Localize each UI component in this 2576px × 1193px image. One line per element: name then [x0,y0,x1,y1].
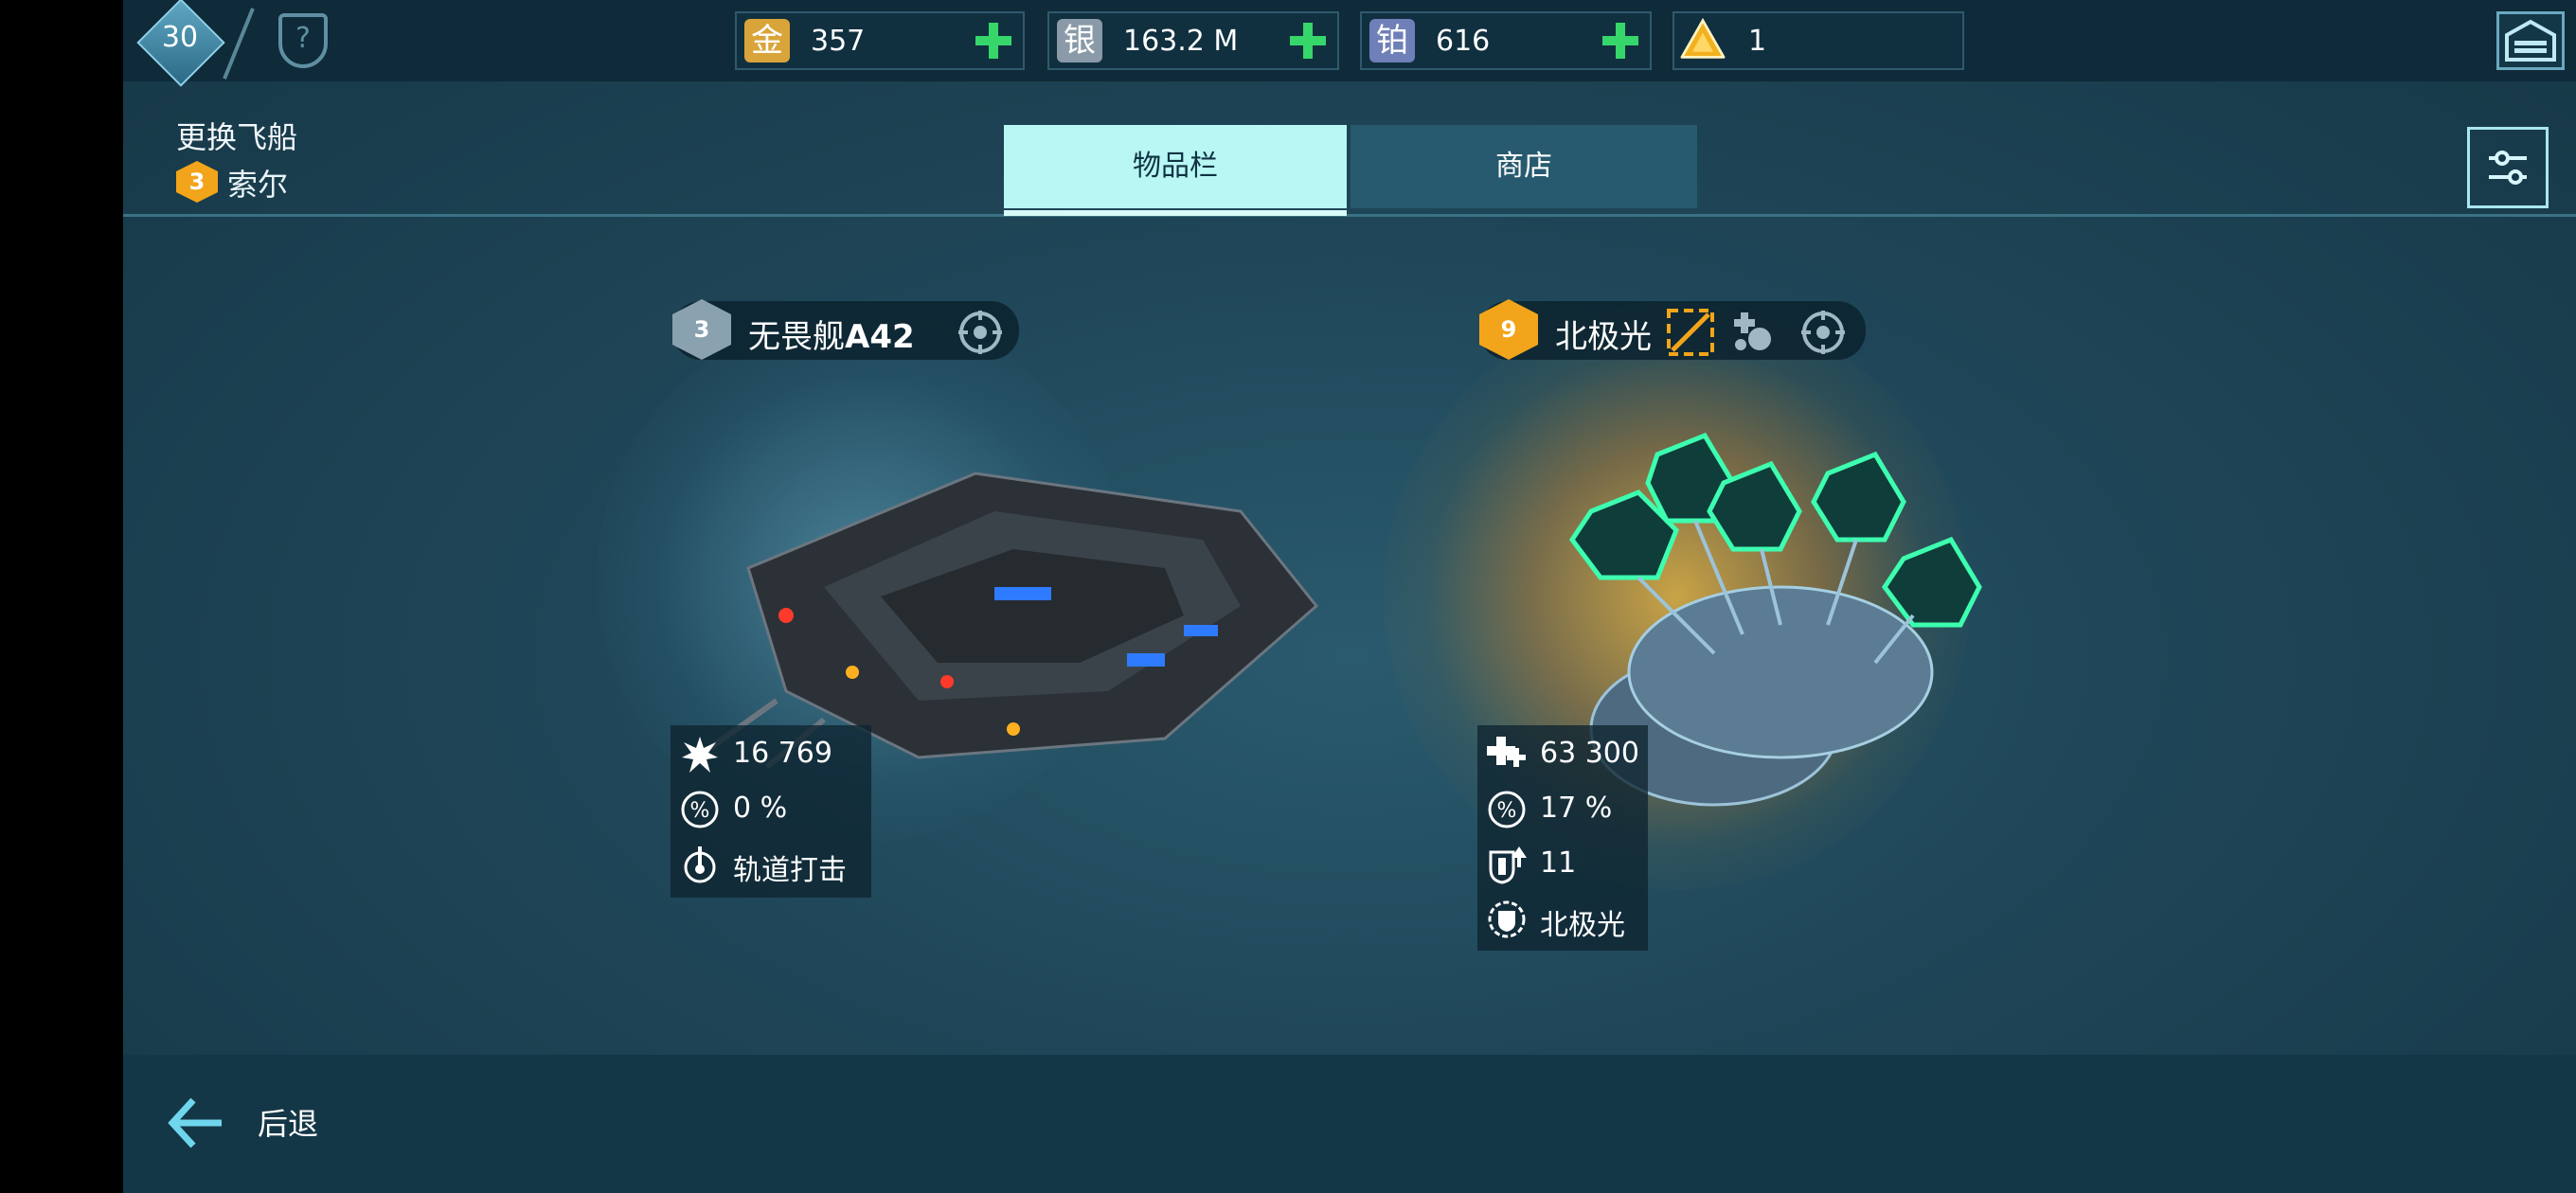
ship-card-title-2[interactable]: 9 北极光 [1479,299,1866,360]
module-value: 11 [1540,846,1577,880]
orbital-strike-icon [684,846,716,883]
attack-value: 16 769 [733,737,832,770]
divider [223,8,255,80]
help-icon[interactable]: ? [278,13,328,68]
platinum-value: 616 [1436,25,1491,58]
gold-icon: 金 [744,19,790,62]
svg-text:%: % [690,799,710,823]
aurora-ability-icon [1488,900,1526,938]
ship-card-title[interactable]: 3 无畏舰A42 [672,299,1019,360]
ship-stats-panel: 16 769 % 0 % 轨道打击 [671,725,871,898]
triangle-token-icon [1680,17,1726,59]
back-arrow-icon[interactable] [165,1093,225,1153]
repair-drones-icon [1734,312,1771,350]
sliders-icon [2489,151,2527,185]
ship-name-2: 北极光 [1555,318,1652,356]
target-icon[interactable] [957,309,1004,356]
silver-resource: 银 163.2 M [1047,11,1339,70]
platinum-resource: 铂 616 [1360,11,1652,70]
token-value: 1 [1748,25,1767,58]
current-ship-rank-badge: 3 [176,161,218,203]
game-screen: 30 ? 金 357 银 163.2 M 铂 616 1 更换飞船 3 索尔 物… [123,0,2576,1193]
ship-rank-badge: 3 [672,299,731,360]
ability-name: 轨道打击 [733,854,847,887]
tab-active-indicator [1004,210,1347,216]
current-ship-name: 索尔 [227,167,289,203]
add-gold-button[interactable] [974,21,1013,61]
explosion-icon [682,737,718,773]
shield-upgrade-icon [1489,846,1527,884]
special-ability-icon [1667,309,1714,356]
bottom-bar: 后退 [123,1055,2576,1193]
hangar-icon [2505,19,2556,62]
silver-icon: 银 [1057,19,1102,62]
back-button[interactable]: 后退 [258,1100,318,1144]
ship-name-prefix: 无畏舰 [748,318,845,356]
ship-stats-panel-2: 63 300 % 17 % 11 北极光 [1477,725,1648,951]
ship-name: 无畏舰A42 [748,311,915,357]
tab-inventory[interactable]: 物品栏 [1004,125,1347,208]
percent-icon: % [681,791,719,828]
repair-plus-icon [1487,737,1526,767]
token-resource: 1 [1673,11,1964,70]
filter-settings-button[interactable] [2467,127,2549,208]
svg-text:%: % [1497,799,1517,823]
percent-icon-2: % [1488,791,1526,828]
top-bar: 30 ? 金 357 银 163.2 M 铂 616 1 [123,0,2576,87]
hangar-button[interactable] [2496,11,2565,70]
health-value: 63 300 [1540,737,1639,770]
gold-resource: 金 357 [735,11,1025,70]
change-ship-label: 更换飞船 [176,119,298,155]
ship-rank-badge-2: 9 [1479,299,1538,360]
tabs-divider [123,214,2576,217]
tab-shop[interactable]: 商店 [1351,125,1697,208]
add-platinum-button[interactable] [1601,21,1640,61]
percent-value-2: 17 % [1540,792,1613,825]
ship-name-suffix: A42 [845,318,915,356]
gold-value: 357 [811,25,866,58]
player-level: 30 [161,21,199,54]
target-icon-2[interactable] [1799,309,1847,356]
add-silver-button[interactable] [1288,21,1328,61]
percent-value: 0 % [733,792,788,825]
silver-value: 163.2 M [1123,25,1239,58]
platinum-icon: 铂 [1369,19,1415,62]
ability-name-2: 北极光 [1540,909,1625,942]
